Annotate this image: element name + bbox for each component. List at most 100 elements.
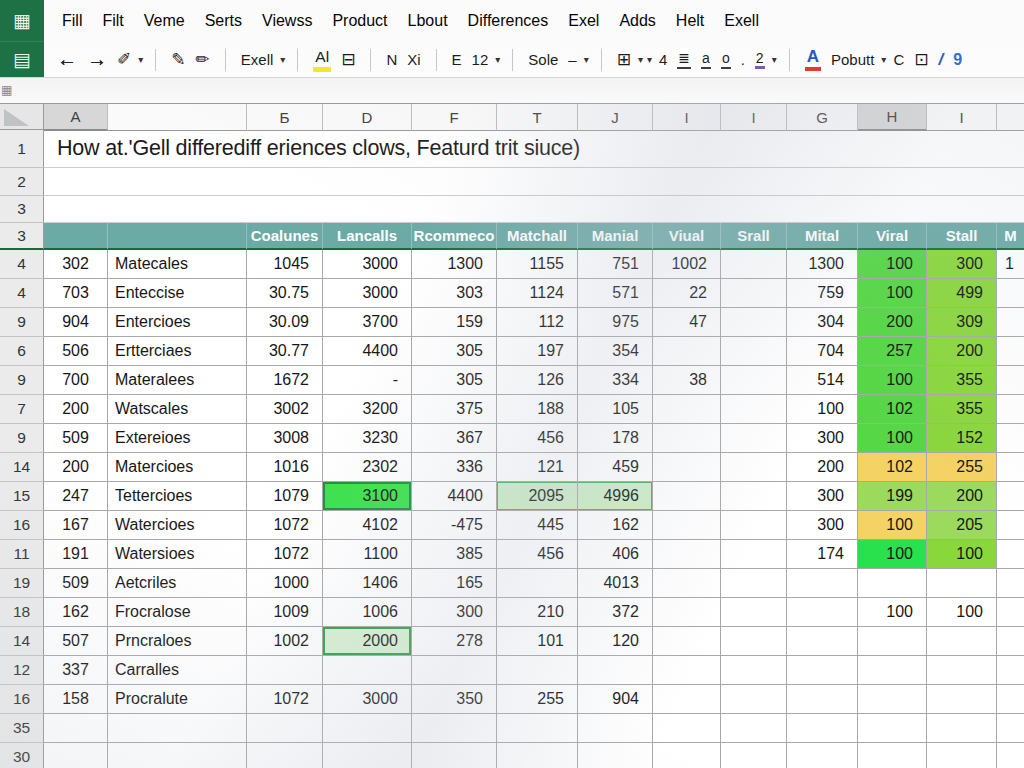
cell[interactable]: 3000 <box>323 685 412 714</box>
cell[interactable]: 191 <box>44 540 108 569</box>
cell[interactable] <box>721 540 787 569</box>
underline-a-icon[interactable]: a <box>701 50 711 69</box>
column-header-F[interactable]: F <box>412 104 497 131</box>
cell[interactable]: Carralles <box>108 656 247 685</box>
menu-item-exell[interactable]: Exell <box>714 0 769 42</box>
menu-item-filt[interactable]: Filt <box>92 0 133 42</box>
row-header-19[interactable]: 19 <box>0 569 44 598</box>
cell[interactable]: Watersioes <box>108 540 247 569</box>
table-header-Matchall[interactable]: Matchall <box>497 223 578 250</box>
cell[interactable]: 100 <box>858 366 927 395</box>
cell[interactable]: 1072 <box>247 685 323 714</box>
cell[interactable]: 904 <box>44 308 108 337</box>
cell[interactable]: 302 <box>44 250 108 279</box>
cell[interactable] <box>858 685 927 714</box>
row-header-14[interactable]: 14 <box>0 627 44 656</box>
cell[interactable]: Frocralose <box>108 598 247 627</box>
row-header-4[interactable]: 4 <box>0 279 44 308</box>
cell[interactable] <box>997 714 1024 743</box>
cell[interactable] <box>997 656 1024 685</box>
cell[interactable] <box>323 714 412 743</box>
cell[interactable]: 3008 <box>247 424 323 453</box>
cell[interactable]: Enteccise <box>108 279 247 308</box>
cell[interactable] <box>721 366 787 395</box>
cell[interactable] <box>858 569 927 598</box>
cell[interactable] <box>927 714 997 743</box>
cell[interactable] <box>247 743 323 768</box>
cell[interactable]: 1300 <box>412 250 497 279</box>
cell[interactable]: 2302 <box>323 453 412 482</box>
table-header-Rcommeco[interactable]: Rcommeco <box>412 223 497 250</box>
menu-item-helt[interactable]: Helt <box>666 0 714 42</box>
cell[interactable]: 100 <box>927 598 997 627</box>
cell[interactable]: 355 <box>927 395 997 424</box>
cell[interactable] <box>787 569 858 598</box>
cell[interactable]: 197 <box>497 337 578 366</box>
font-color-icon[interactable]: A <box>805 48 821 71</box>
cell[interactable] <box>653 337 721 366</box>
cell[interactable]: 205 <box>927 511 997 540</box>
cell[interactable]: 38 <box>653 366 721 395</box>
cell[interactable]: 126 <box>497 366 578 395</box>
font-size-caret[interactable]: ▾ <box>495 54 500 65</box>
cell[interactable]: 975 <box>578 308 653 337</box>
cell[interactable]: 210 <box>497 598 578 627</box>
cell[interactable]: Tettercioes <box>108 482 247 511</box>
row-header-3[interactable]: 3 <box>0 196 44 223</box>
cell[interactable]: 375 <box>412 395 497 424</box>
highlight-al-button[interactable]: Al <box>313 47 331 71</box>
cell[interactable] <box>721 511 787 540</box>
table-header-col2[interactable] <box>108 223 247 250</box>
column-header-D[interactable]: D <box>323 104 412 131</box>
cell[interactable]: Extereioes <box>108 424 247 453</box>
table-header-Coalunes[interactable]: Coalunes <box>247 223 323 250</box>
cell[interactable]: 759 <box>787 279 858 308</box>
cell[interactable]: 200 <box>927 337 997 366</box>
cell[interactable]: 22 <box>653 279 721 308</box>
cell[interactable] <box>721 656 787 685</box>
cell[interactable] <box>721 250 787 279</box>
cell[interactable] <box>997 424 1024 453</box>
cell[interactable]: 100 <box>858 279 927 308</box>
pencil-icon[interactable]: ✏ <box>196 49 210 70</box>
cell[interactable] <box>721 395 787 424</box>
cell[interactable]: Matercioes <box>108 453 247 482</box>
cell[interactable] <box>787 627 858 656</box>
cell[interactable]: 162 <box>44 598 108 627</box>
table-header-Srall[interactable]: Srall <box>721 223 787 250</box>
cell[interactable]: 200 <box>927 482 997 511</box>
cell[interactable]: 1072 <box>247 511 323 540</box>
cell[interactable]: 499 <box>927 279 997 308</box>
cell[interactable]: 300 <box>412 598 497 627</box>
cell[interactable]: 354 <box>578 337 653 366</box>
table-header-col1[interactable] <box>44 223 108 250</box>
cell[interactable] <box>927 685 997 714</box>
cell[interactable] <box>412 743 497 768</box>
cell[interactable]: 200 <box>787 453 858 482</box>
four-label[interactable]: 4 <box>659 51 667 68</box>
cell[interactable]: 188 <box>497 395 578 424</box>
table-header-Viual[interactable]: Viual <box>653 223 721 250</box>
menu-item-adds[interactable]: Adds <box>609 0 665 42</box>
back-arrow-icon[interactable]: ← <box>57 48 77 71</box>
cell[interactable]: 100 <box>858 540 927 569</box>
cell[interactable]: 904 <box>578 685 653 714</box>
column-header-col13[interactable] <box>997 104 1024 131</box>
cell[interactable]: Procralute <box>108 685 247 714</box>
cell[interactable]: 30.77 <box>247 337 323 366</box>
cell[interactable]: 121 <box>497 453 578 482</box>
cell[interactable]: 336 <box>412 453 497 482</box>
underline-o-icon[interactable]: o <box>721 50 731 69</box>
cell[interactable]: Matecales <box>108 250 247 279</box>
cell[interactable]: 4400 <box>323 337 412 366</box>
cell[interactable]: 102 <box>858 395 927 424</box>
cell[interactable]: 255 <box>497 685 578 714</box>
cell[interactable]: 152 <box>927 424 997 453</box>
row-header-7[interactable]: 7 <box>0 395 44 424</box>
cell[interactable]: 178 <box>578 424 653 453</box>
cell[interactable]: 200 <box>44 453 108 482</box>
borders-icon[interactable]: ⊞ <box>617 49 631 70</box>
menu-item-differences[interactable]: Differences <box>458 0 559 42</box>
cell[interactable]: 100 <box>858 511 927 540</box>
cell[interactable]: 1006 <box>323 598 412 627</box>
